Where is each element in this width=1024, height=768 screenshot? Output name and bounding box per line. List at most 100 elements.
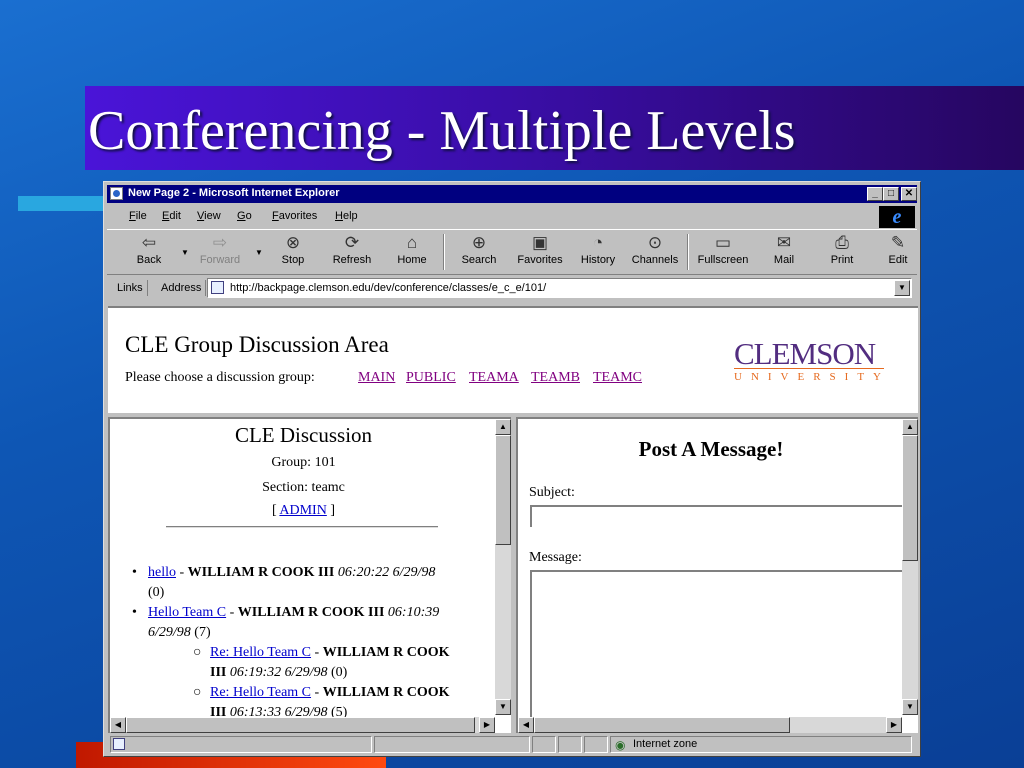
discussion-frame: CLE Discussion Group: 101 Section: teamc… <box>108 417 511 733</box>
thread-count: (7) <box>194 625 211 640</box>
scroll-left-button[interactable]: ◀ <box>110 717 126 733</box>
bullet-circle-icon: ○ <box>193 685 202 700</box>
clemson-logo-subtitle: UNIVERSITY <box>734 371 890 383</box>
mail-icon: ✉ <box>776 233 792 252</box>
address-bar: Links Address http://backpage.clemson.ed… <box>107 277 917 299</box>
menu-favorites[interactable]: Favorites <box>272 210 317 222</box>
vertical-scrollbar[interactable]: ▲ ▼ <box>902 419 918 715</box>
links-button[interactable]: Links <box>113 280 148 296</box>
edit-button[interactable]: ✎ Edit <box>883 232 913 266</box>
status-pane <box>532 736 556 753</box>
scroll-right-button[interactable]: ▶ <box>479 717 495 733</box>
subject-input[interactable] <box>530 505 910 527</box>
thread-link[interactable]: Hello Team C <box>148 605 226 620</box>
ie-throbber-icon: e <box>879 206 915 228</box>
group-link-main[interactable]: MAIN <box>358 370 395 386</box>
menu-view[interactable]: View <box>197 210 221 222</box>
menu-file[interactable]: File <box>129 210 147 222</box>
search-button[interactable]: ⊕ Search <box>457 232 501 266</box>
menu-bar: File Edit View Go Favorites Help e <box>107 205 917 228</box>
thread-link[interactable]: hello <box>148 565 176 580</box>
back-dropdown[interactable]: ▼ <box>181 248 189 257</box>
vertical-scrollbar[interactable]: ▲ ▼ <box>495 419 511 715</box>
reply-count: (0) <box>330 665 348 680</box>
post-frame: Post A Message! Subject: Message: ▲ ▼ ◀ … <box>516 417 918 733</box>
thread-item: • Hello Team C - WILLIAM R COOK III 06:1… <box>132 605 440 640</box>
globe-icon: ◉ <box>615 738 626 752</box>
url-text[interactable]: http://backpage.clemson.edu/dev/conferen… <box>230 282 546 294</box>
printer-icon: ⎙ <box>835 233 849 252</box>
stop-button[interactable]: ⊗ Stop <box>273 232 313 266</box>
close-button[interactable]: ✕ <box>901 187 917 201</box>
forward-dropdown[interactable]: ▼ <box>255 248 263 257</box>
message-textarea[interactable] <box>530 570 910 720</box>
print-button[interactable]: ⎙ Print <box>825 232 859 266</box>
home-icon: ⌂ <box>406 233 418 252</box>
group-info: Group: 101 <box>271 455 336 470</box>
fullscreen-button[interactable]: ▭ Fullscreen <box>695 232 751 266</box>
group-link-teamc[interactable]: TEAMC <box>593 370 642 386</box>
history-button[interactable]: ◔ History <box>577 232 619 266</box>
scroll-down-button[interactable]: ▼ <box>495 699 511 715</box>
admin-link[interactable]: ADMIN <box>279 503 326 518</box>
reply-item: ○ Re: Hello Team C - WILLIAM R COOK III … <box>193 645 450 680</box>
stop-icon: ⊗ <box>285 233 301 252</box>
scroll-down-button[interactable]: ▼ <box>902 699 918 715</box>
home-button[interactable]: ⌂ Home <box>393 232 431 266</box>
bullet-circle-icon: ○ <box>193 645 202 660</box>
menu-go[interactable]: Go <box>237 210 252 222</box>
channels-icon: ⊙ <box>647 233 663 252</box>
favorites-button[interactable]: ▣ Favorites <box>513 232 567 266</box>
reply-link[interactable]: Re: Hello Team C <box>210 685 311 700</box>
refresh-button[interactable]: ⟳ Refresh <box>329 232 375 266</box>
thread-author: WILLIAM R COOK III <box>237 605 385 620</box>
group-link-public[interactable]: PUBLIC <box>406 370 456 386</box>
scroll-right-button[interactable]: ▶ <box>886 717 902 733</box>
forward-arrow-icon: ⇨ <box>212 233 228 252</box>
group-prompt: Please choose a discussion group: <box>125 370 315 385</box>
fullscreen-icon: ▭ <box>714 233 732 252</box>
address-dropdown-button[interactable]: ▼ <box>894 280 910 296</box>
toolbar-separator <box>443 234 445 270</box>
menu-edit[interactable]: Edit <box>162 210 181 222</box>
search-icon: ⊕ <box>471 233 487 252</box>
ie-window-icon[interactable] <box>110 187 123 200</box>
page-status-icon <box>113 738 125 750</box>
scroll-thumb[interactable] <box>902 435 918 561</box>
minimize-button[interactable]: _ <box>867 187 883 201</box>
scroll-thumb-horizontal[interactable] <box>126 717 475 733</box>
forward-button[interactable]: ⇨ Forward <box>195 232 245 266</box>
scroll-left-button[interactable]: ◀ <box>518 717 534 733</box>
window-titlebar[interactable]: New Page 2 - Microsoft Internet Explorer… <box>107 185 917 203</box>
refresh-icon: ⟳ <box>344 233 360 252</box>
toolbar-separator <box>687 234 689 270</box>
bullet-disc-icon: • <box>132 565 137 580</box>
reply-link[interactable]: Re: Hello Team C <box>210 645 311 660</box>
status-pane <box>558 736 582 753</box>
bullet-disc-icon: • <box>132 605 137 620</box>
back-arrow-icon: ⇦ <box>141 233 157 252</box>
horizontal-scrollbar[interactable]: ◀ ▶ <box>518 717 902 733</box>
scroll-up-button[interactable]: ▲ <box>495 419 511 435</box>
status-bar: ◉ Internet zone <box>108 734 918 754</box>
reply-time: 06:19:32 6/29/98 <box>229 665 328 680</box>
horizontal-scrollbar[interactable]: ◀ ▶ <box>110 717 495 733</box>
group-link-teamb[interactable]: TEAMB <box>531 370 580 386</box>
channels-button[interactable]: ⊙ Channels <box>629 232 681 266</box>
scroll-thumb[interactable] <box>495 435 511 545</box>
status-pane-zone: ◉ Internet zone <box>610 736 912 753</box>
address-field[interactable]: http://backpage.clemson.edu/dev/conferen… <box>207 278 912 298</box>
back-button[interactable]: ⇦ Back <box>129 232 169 266</box>
top-frame: CLE Group Discussion Area Please choose … <box>108 306 918 413</box>
scroll-thumb-horizontal[interactable] <box>534 717 790 733</box>
subject-label: Subject: <box>529 485 575 500</box>
menu-help[interactable]: Help <box>335 210 358 222</box>
window-title: New Page 2 - Microsoft Internet Explorer <box>128 187 340 199</box>
scroll-up-button[interactable]: ▲ <box>902 419 918 435</box>
maximize-button[interactable]: □ <box>883 187 899 201</box>
post-title: Post A Message! <box>638 437 784 461</box>
standard-toolbar: ⇦ Back ▼ ⇨ Forward ▼ ⊗ Stop ⟳ Refresh ⌂ … <box>107 229 917 275</box>
divider <box>166 526 438 528</box>
mail-button[interactable]: ✉ Mail <box>767 232 801 266</box>
group-link-teama[interactable]: TEAMA <box>469 370 519 386</box>
